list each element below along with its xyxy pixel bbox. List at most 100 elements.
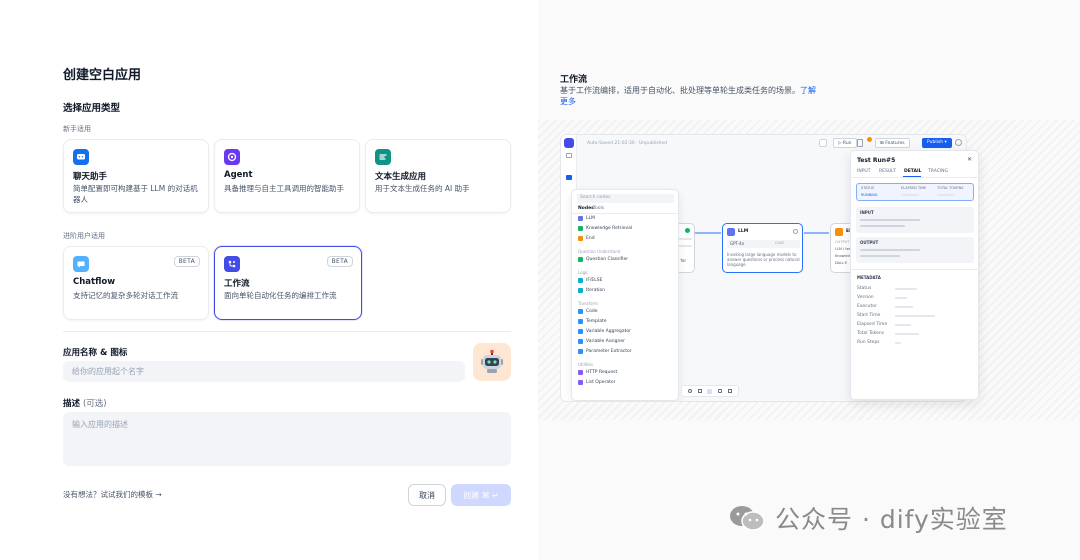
wf-success-icon — [685, 228, 690, 233]
wf-divider — [572, 213, 678, 214]
wf-meta-key: Status — [857, 286, 872, 291]
wf-divider — [851, 177, 978, 178]
beta-badge: BETA — [173, 256, 200, 267]
wf-output-label: OUTPUT — [860, 240, 879, 245]
wf-meta-key: Version — [857, 295, 874, 300]
wf-model-name: GPT-4o — [730, 241, 745, 246]
classifier-icon — [578, 257, 583, 262]
desc-optional: (可选) — [82, 399, 107, 409]
wf-meta-key: Run Steps — [857, 340, 880, 345]
wf-tool-icon — [697, 389, 702, 393]
wf-node-status-icon — [793, 229, 798, 234]
preview-desc-text: 基于工作流编排，适用于自动化、批处理等单轮生成类任务的场景。 — [560, 86, 800, 95]
template-hint-link[interactable]: 没有想法？试试我们的模板 → — [63, 489, 162, 500]
wf-test-tab: RESULT — [879, 169, 896, 174]
wf-node-item: LLM — [578, 216, 595, 221]
close-icon: ✕ — [966, 156, 972, 163]
wf-bar — [895, 342, 901, 344]
app-name-label: 应用名称 & 图标 — [63, 348, 128, 358]
wf-node-item: Variable Aggregator — [578, 329, 631, 334]
app-type-card-text-generator[interactable]: 文本生成应用 用于文本生成任务的 AI 助手 — [365, 139, 511, 213]
wf-bar — [860, 255, 900, 257]
wf-test-run-panel: Test Run#5 ✕ INPUT RESULT DETAIL TRACING… — [850, 150, 979, 400]
wf-node-item: Template — [578, 319, 607, 324]
wf-bar — [895, 333, 919, 335]
app-desc-label: 描述 (可选) — [63, 397, 107, 409]
wf-bar — [895, 324, 911, 326]
wf-hand-icon — [718, 389, 723, 393]
beginner-group-label: 新手适用 — [63, 125, 91, 133]
app-type-card-agent[interactable]: Agent 具备推理与自主工具调用的智能助手 — [214, 139, 360, 213]
wf-node-item: Question Classifier — [578, 257, 628, 262]
wf-node-label: Iteration — [586, 288, 606, 293]
card-name: Agent — [224, 170, 253, 180]
app-type-card-chatflow[interactable]: BETA Chatflow 支持记忆的复杂多轮对话工作流 — [63, 246, 209, 320]
create-button[interactable]: 创建 ⌘ ↵ — [451, 484, 511, 506]
beta-badge: BETA — [326, 256, 353, 267]
card-desc: 简单配置即可构建基于 LLM 的对话机器人 — [73, 184, 198, 204]
wf-metadata-label: METADATA — [857, 275, 881, 280]
template-icon — [578, 319, 583, 324]
wf-llm-desc: Invoking large language models to answer… — [727, 252, 800, 267]
wf-node-item: Variable Assigner — [578, 339, 625, 344]
wf-bar — [895, 306, 913, 308]
wf-meta-key: Total Tokens — [857, 331, 885, 336]
card-desc: 支持记忆的复杂多轮对话工作流 — [73, 291, 178, 300]
app-icon-picker[interactable] — [473, 343, 511, 381]
app-type-card-workflow[interactable]: BETA 工作流 面向单轮自动化任务的编排工作流 — [214, 246, 362, 320]
wf-meta-key: Start Time — [857, 313, 881, 318]
wf-group-label: Logic — [578, 270, 589, 275]
wf-bottom-toolbar — [681, 385, 739, 397]
wf-node-label: HTTP Request — [586, 370, 618, 375]
cancel-button[interactable]: 取消 — [408, 484, 446, 506]
wf-pointer-icon — [707, 388, 713, 394]
card-name: 文本生成应用 — [375, 172, 427, 182]
agent-icon — [224, 149, 240, 165]
wf-bar — [860, 225, 905, 227]
wf-end-var: DALL·E — [835, 261, 848, 265]
wf-node-item: IF/ELSE — [578, 278, 602, 283]
code-icon — [578, 309, 583, 314]
card-desc: 具备推理与自主工具调用的智能助手 — [224, 184, 344, 193]
wf-bar — [895, 288, 917, 290]
app-type-card-chatbot[interactable]: 聊天助手 简单配置即可构建基于 LLM 的对话机器人 — [63, 139, 209, 213]
wf-node-item: Parameter Extractor — [578, 349, 632, 354]
card-name: Chatflow — [73, 277, 116, 287]
wf-test-tab: INPUT — [857, 169, 871, 174]
wf-node-item: Code — [578, 309, 598, 314]
wf-llm-node: LLM GPT-4o CHAT Invoking large language … — [722, 223, 803, 273]
workflow-icon — [224, 256, 240, 272]
preview-panel: 工作流 基于工作流编排，适用于自动化、批处理等单轮生成类任务的场景。了解更多 A… — [538, 0, 1080, 560]
app-name-input[interactable]: 给你的应用起个名字 — [63, 361, 465, 382]
wf-node-label: Template — [586, 319, 607, 324]
wf-search-placeholder: Search nodes — [580, 195, 611, 200]
app-type-title: 选择应用类型 — [63, 103, 121, 114]
chatbot-icon — [73, 149, 89, 165]
watermark-text: 公众号 · dify实验室 — [775, 505, 1008, 534]
robot-icon — [481, 349, 503, 373]
wf-node-label: Variable Assigner — [586, 339, 625, 344]
wf-node-label: List Operator — [586, 380, 616, 385]
wf-tool-icon — [687, 389, 692, 393]
wf-model-row: GPT-4o CHAT — [727, 240, 800, 248]
if-else-icon — [578, 278, 583, 283]
wf-status-label: STATUS — [861, 186, 875, 190]
wf-bar — [895, 297, 907, 299]
preview-desc: 基于工作流编排，适用于自动化、批处理等单轮生成类任务的场景。了解更多 — [560, 85, 822, 107]
wf-status-box: STATUS RUNNING ELAPSED TIME TOTAL TOKENS — [856, 183, 974, 201]
wf-bar — [937, 194, 955, 196]
workflow-preview: Auto-Saved 21:02:36 · Unpublished ▷ Run … — [538, 120, 1080, 420]
wf-bar — [860, 219, 920, 221]
http-icon — [578, 370, 583, 375]
wf-meta-key: Executor — [857, 304, 877, 309]
llm-icon — [578, 216, 583, 221]
wf-node-label: Parameter Extractor — [586, 349, 632, 354]
wf-node-label: Knowledge Retrieval — [586, 226, 633, 231]
wf-meta-key: Elapsed Time — [857, 322, 888, 327]
card-desc: 面向单轮自动化任务的编排工作流 — [224, 291, 337, 300]
wf-tab-tools: Tools — [593, 206, 605, 211]
wf-status-value: RUNNING — [861, 193, 878, 197]
divider — [63, 331, 511, 332]
extractor-icon — [578, 349, 583, 354]
app-desc-textarea[interactable]: 输入应用的描述 — [63, 412, 511, 466]
